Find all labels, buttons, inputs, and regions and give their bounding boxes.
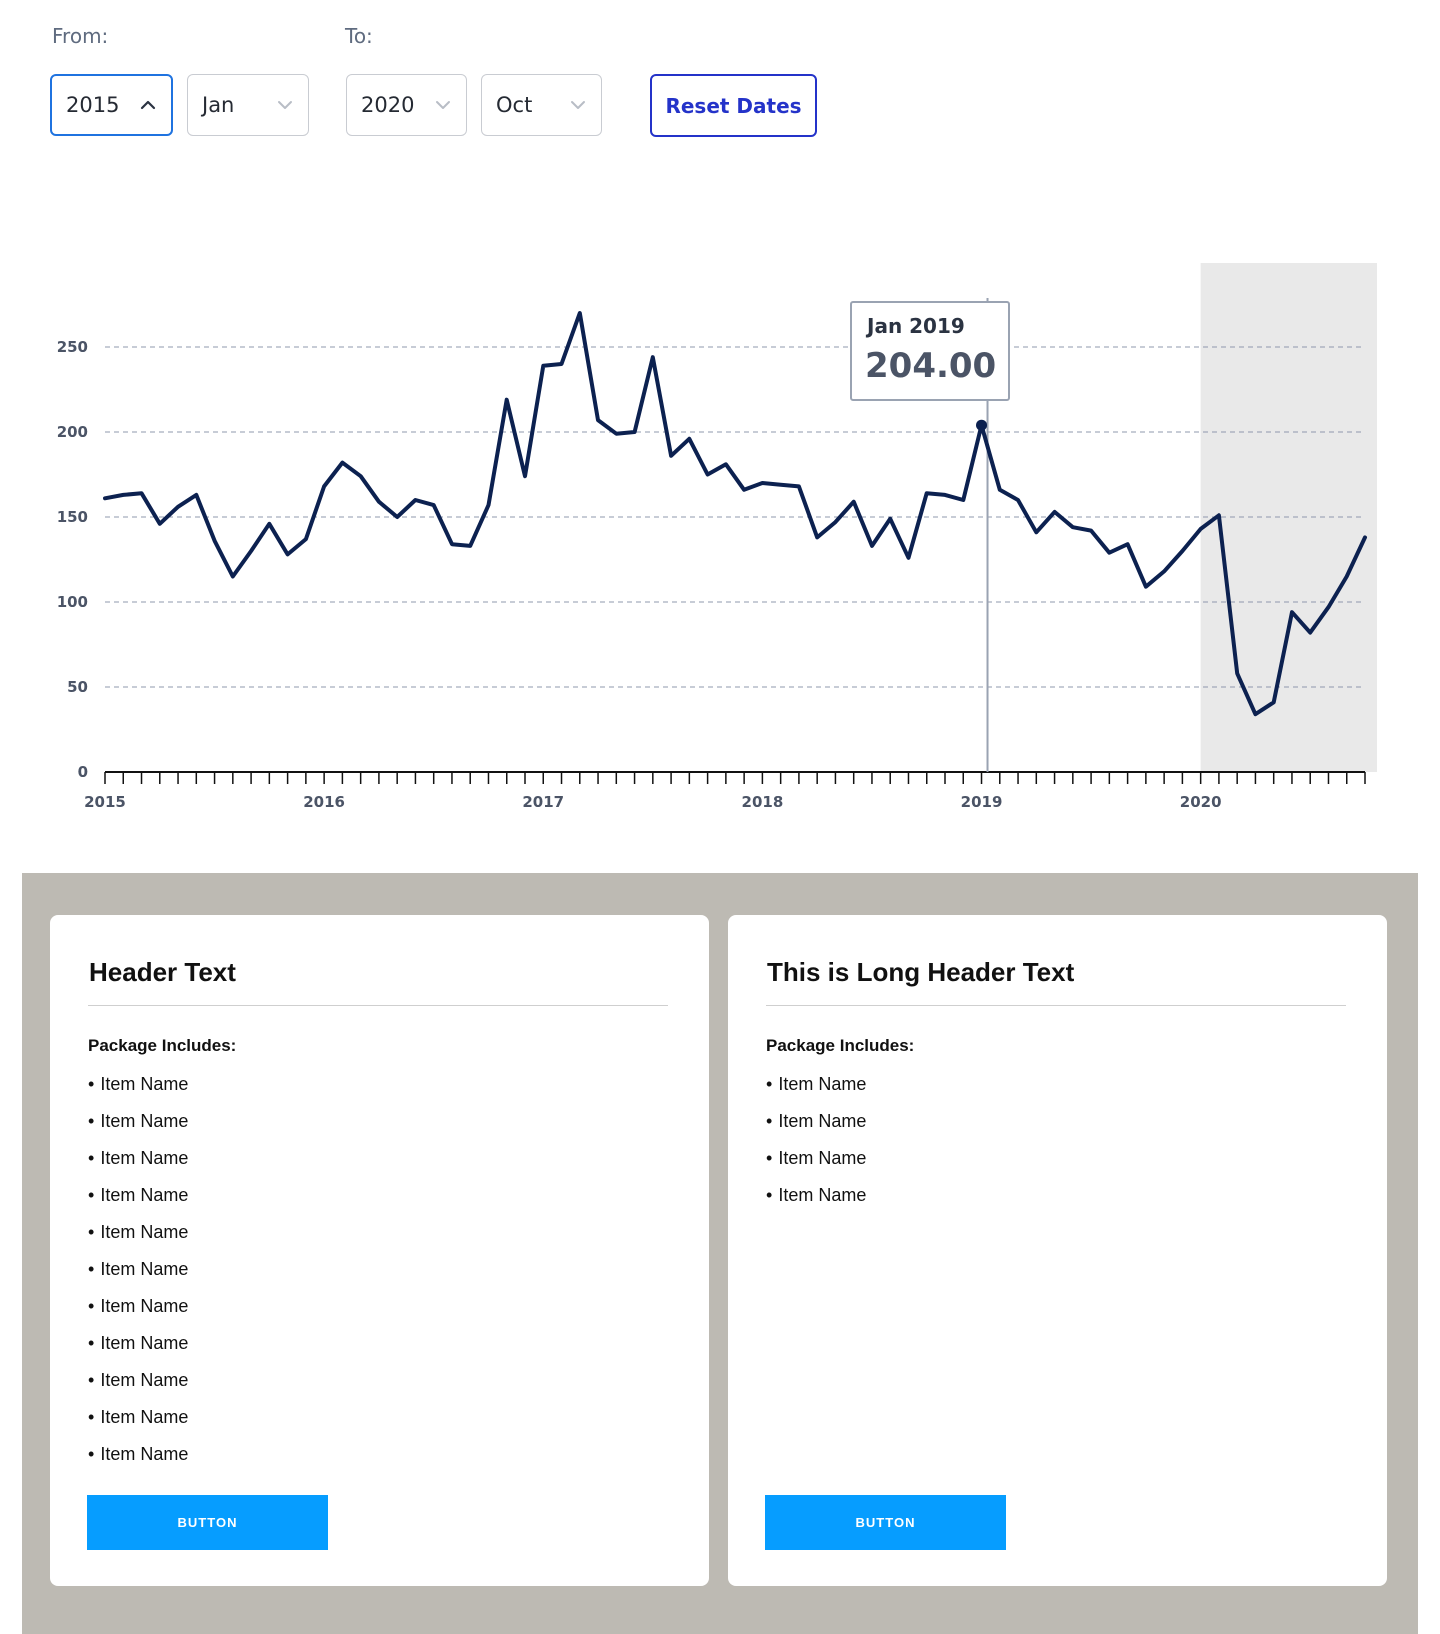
from-month-value: Jan: [202, 93, 235, 117]
from-year-select[interactable]: 2015: [50, 74, 173, 136]
x-tick-label: 2020: [1180, 793, 1222, 811]
y-tick-label: 0: [78, 763, 88, 781]
bullet-icon: •: [88, 1259, 95, 1279]
package-includes-label: Package Includes:: [88, 1036, 237, 1055]
tooltip-value: 204.00: [865, 346, 996, 386]
package-item: • Item Name: [88, 1332, 188, 1369]
chevron-up-icon: [140, 100, 156, 110]
package-item: • Item Name: [88, 1147, 188, 1184]
package-item: • Item Name: [88, 1110, 188, 1147]
package-item: • Item Name: [88, 1073, 188, 1110]
bullet-icon: •: [766, 1148, 773, 1168]
package-item-label: Item Name: [100, 1444, 189, 1464]
bullet-icon: •: [88, 1074, 95, 1094]
y-tick-label: 150: [57, 508, 88, 526]
bullet-icon: •: [88, 1444, 95, 1464]
x-tick-label: 2015: [84, 793, 126, 811]
package-item-label: Item Name: [778, 1148, 867, 1168]
package-item: • Item Name: [766, 1110, 866, 1147]
tooltip-date: Jan 2019: [865, 314, 965, 338]
package-item-label: Item Name: [100, 1259, 189, 1279]
package-item-label: Item Name: [778, 1185, 867, 1205]
package-item-label: Item Name: [100, 1222, 189, 1242]
package-item-label: Item Name: [778, 1111, 867, 1131]
package-item: • Item Name: [88, 1221, 188, 1258]
package-item-label: Item Name: [100, 1185, 189, 1205]
bullet-icon: •: [766, 1074, 773, 1094]
card-divider: [88, 1005, 668, 1006]
from-year-value: 2015: [66, 93, 120, 117]
package-item: • Item Name: [766, 1073, 866, 1110]
package-item-label: Item Name: [100, 1407, 189, 1427]
package-item: • Item Name: [766, 1184, 866, 1221]
package-item-label: Item Name: [100, 1296, 189, 1316]
package-item-list: • Item Name • Item Name • Item Name • Item Name…: [88, 1073, 188, 1480]
x-tick-label: 2019: [961, 793, 1003, 811]
package-item: • Item Name: [88, 1369, 188, 1406]
y-tick-label: 100: [57, 593, 88, 611]
card-title: This is Long Header Text: [767, 957, 1075, 987]
bullet-icon: •: [766, 1111, 773, 1131]
package-card: This is Long Header Text Package Include…: [728, 915, 1387, 1586]
bullet-icon: •: [88, 1407, 95, 1427]
from-label: From:: [52, 24, 109, 48]
to-year-select[interactable]: 2020: [346, 74, 467, 136]
bullet-icon: •: [88, 1111, 95, 1131]
series-line: [103, 311, 1367, 717]
package-item-label: Item Name: [100, 1148, 189, 1168]
card-divider: [766, 1005, 1346, 1006]
bullet-icon: •: [88, 1296, 95, 1316]
card-button[interactable]: BUTTON: [765, 1495, 1006, 1550]
from-month-select[interactable]: Jan: [187, 74, 309, 136]
package-item-label: Item Name: [100, 1370, 189, 1390]
package-item-list: • Item Name • Item Name • Item Name • Item Name: [766, 1073, 866, 1221]
to-month-select[interactable]: Oct: [481, 74, 602, 136]
package-item-label: Item Name: [100, 1074, 189, 1094]
reset-dates-button[interactable]: Reset Dates: [650, 74, 817, 137]
x-tick-label: 2016: [303, 793, 345, 811]
card-title: Header Text: [89, 957, 236, 987]
package-item-label: Item Name: [778, 1074, 867, 1094]
to-month-value: Oct: [496, 93, 533, 117]
to-label: To:: [345, 24, 373, 48]
x-tick-label: 2018: [742, 793, 784, 811]
to-year-value: 2020: [361, 93, 415, 117]
package-item: • Item Name: [766, 1147, 866, 1184]
highlight-point: [976, 419, 988, 431]
package-item: • Item Name: [88, 1184, 188, 1221]
card-button[interactable]: BUTTON: [87, 1495, 328, 1550]
package-item: • Item Name: [88, 1443, 188, 1480]
package-item-label: Item Name: [100, 1333, 189, 1353]
bullet-icon: •: [88, 1370, 95, 1390]
y-tick-label: 200: [57, 423, 88, 441]
y-tick-label: 50: [67, 678, 88, 696]
package-card: Header Text Package Includes: • Item Name…: [50, 915, 709, 1586]
package-item: • Item Name: [88, 1295, 188, 1332]
line-chart: 0 50 100 150 200 250 2015 2016 2017 2018 2019 2020 J…: [57, 263, 1377, 811]
x-tick-label: 2017: [522, 793, 564, 811]
package-item-label: Item Name: [100, 1111, 189, 1131]
chevron-down-icon: [436, 101, 450, 109]
chevron-down-icon: [278, 101, 292, 109]
bullet-icon: •: [88, 1333, 95, 1353]
y-tick-label: 250: [57, 338, 88, 356]
package-includes-label: Package Includes:: [766, 1036, 915, 1055]
bullet-icon: •: [766, 1185, 773, 1205]
bullet-icon: •: [88, 1222, 95, 1242]
bullet-icon: •: [88, 1185, 95, 1205]
package-item: • Item Name: [88, 1258, 188, 1295]
bullet-icon: •: [88, 1148, 95, 1168]
chevron-down-icon: [571, 101, 585, 109]
package-item: • Item Name: [88, 1406, 188, 1443]
